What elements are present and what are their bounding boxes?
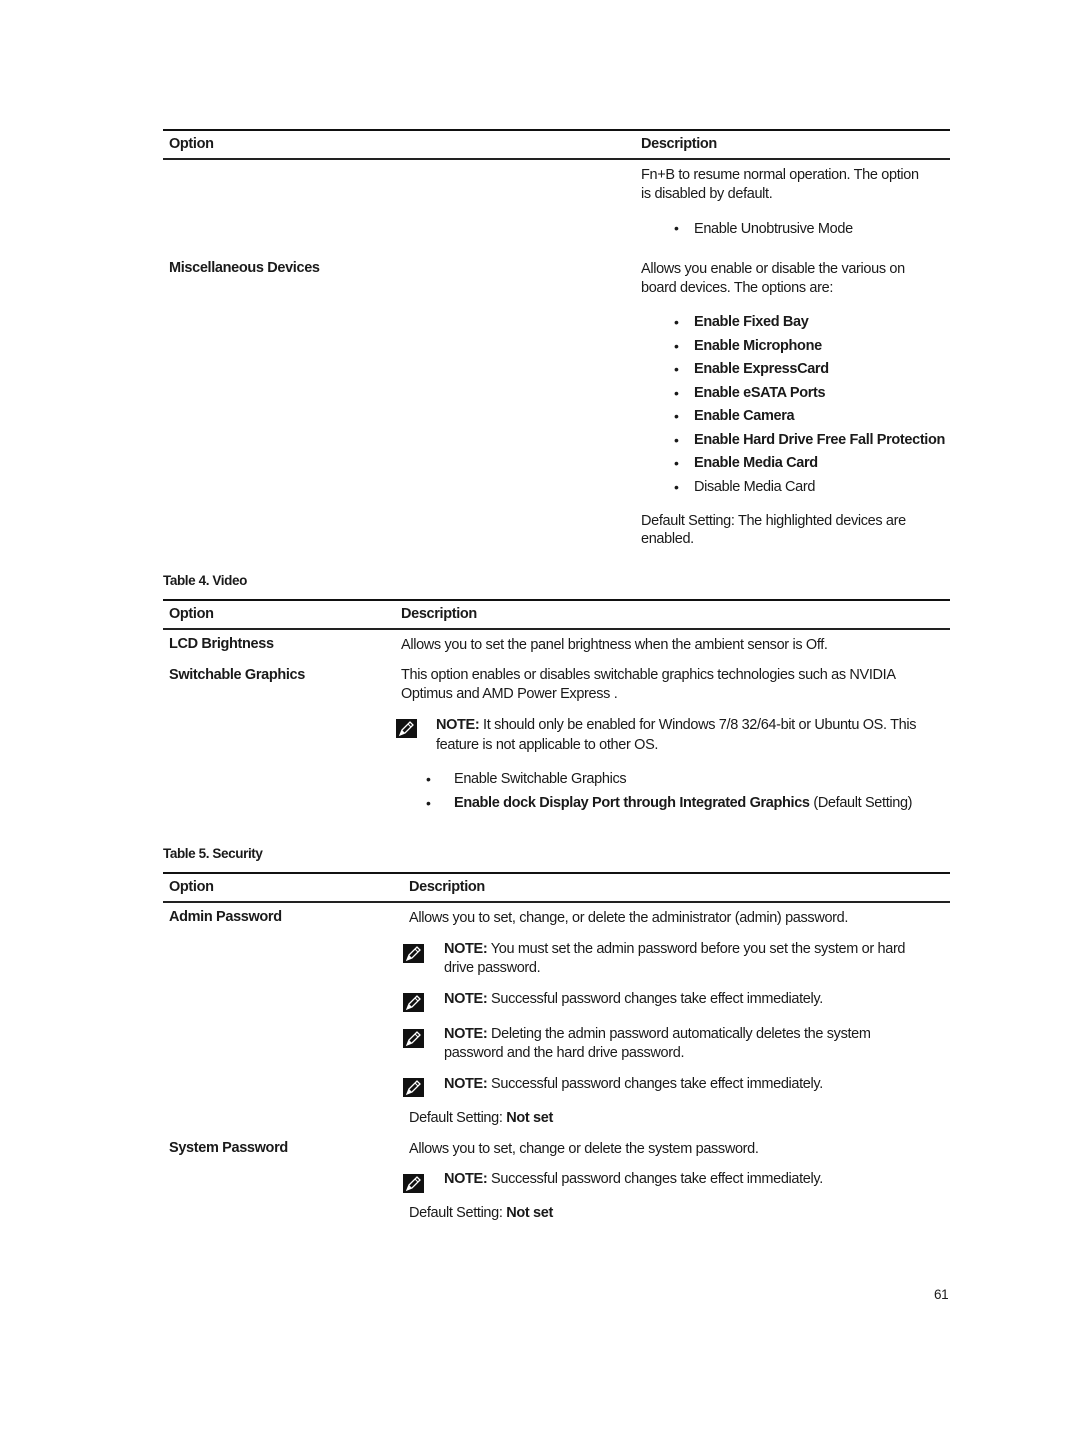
continuation-description-line1: Fn+B to resume normal operation. The opt… bbox=[641, 167, 919, 183]
option-switchable-graphics: Switchable Graphics bbox=[169, 667, 305, 683]
bullet-icon: • bbox=[674, 220, 679, 236]
note-text: Successful password changes take effect … bbox=[487, 991, 823, 1007]
option-admin-password: Admin Password bbox=[169, 909, 282, 925]
bullet-icon: • bbox=[674, 432, 679, 448]
note-text: Deleting the admin password automaticall… bbox=[487, 1026, 871, 1042]
device-list-item: Disable Media Card bbox=[694, 479, 816, 495]
note-label: NOTE: bbox=[444, 1026, 488, 1042]
admin-note-line2: password and the hard drive password. bbox=[444, 1045, 685, 1061]
device-list-item: Enable Microphone bbox=[694, 338, 822, 354]
system-password-description: Allows you to set, change or delete the … bbox=[409, 1141, 759, 1157]
table-header-rule bbox=[163, 158, 950, 160]
pencil-note-icon bbox=[396, 719, 417, 738]
admin-note: NOTE: You must set the admin password be… bbox=[444, 940, 905, 959]
device-list-item: Enable ExpressCard bbox=[694, 361, 829, 377]
admin-note-line2: drive password. bbox=[444, 960, 541, 976]
bullet-icon: • bbox=[674, 455, 679, 471]
bullet-icon: • bbox=[674, 408, 679, 424]
table5-header-option: Option bbox=[169, 879, 214, 895]
lcd-brightness-description: Allows you to set the panel brightness w… bbox=[401, 637, 828, 653]
table-top-rule bbox=[163, 129, 950, 131]
note-label: NOTE: bbox=[444, 941, 488, 957]
column-header-description: Description bbox=[641, 136, 717, 152]
page-number: 61 bbox=[934, 1287, 949, 1302]
table4-top-rule bbox=[163, 599, 950, 601]
table4-header-description: Description bbox=[401, 606, 477, 622]
note-text: Successful password changes take effect … bbox=[487, 1076, 823, 1092]
pencil-note-icon bbox=[403, 944, 424, 963]
pencil-note-icon bbox=[403, 1174, 424, 1193]
table5-caption: Table 5. Security bbox=[163, 846, 263, 861]
table4-caption: Table 4. Video bbox=[163, 573, 247, 588]
device-list-item: Enable Hard Drive Free Fall Protection bbox=[694, 432, 945, 448]
bullet-icon: • bbox=[426, 771, 431, 787]
note-label: NOTE: bbox=[444, 991, 488, 1007]
default-setting-prefix: Default Setting: bbox=[409, 1110, 507, 1126]
switchable-graphics-note-line2: feature is not applicable to other OS. bbox=[436, 737, 659, 753]
device-list-item: Enable Camera bbox=[694, 408, 795, 424]
admin-note: NOTE: Successful password changes take e… bbox=[444, 990, 823, 1009]
bullet-icon: • bbox=[674, 385, 679, 401]
continuation-bullet-item: Enable Unobtrusive Mode bbox=[694, 221, 853, 237]
system-note: NOTE: Successful password changes take e… bbox=[444, 1170, 823, 1189]
option-lcd-brightness: LCD Brightness bbox=[169, 636, 274, 652]
continuation-description-line2: is disabled by default. bbox=[641, 186, 773, 202]
table4-header-rule bbox=[163, 628, 950, 630]
bullet-icon: • bbox=[426, 795, 431, 811]
table4-header-option: Option bbox=[169, 606, 214, 622]
pencil-note-icon bbox=[403, 1029, 424, 1048]
admin-password-description: Allows you to set, change, or delete the… bbox=[409, 910, 849, 926]
default-setting-prefix: Default Setting: bbox=[409, 1205, 507, 1221]
note-label: NOTE: bbox=[436, 717, 480, 733]
graphics-option-label: Enable dock Display Port through Integra… bbox=[454, 795, 810, 811]
device-list-item: Enable Media Card bbox=[694, 455, 818, 471]
graphics-option-item: Enable dock Display Port through Integra… bbox=[454, 794, 913, 813]
default-setting-suffix: (Default Setting) bbox=[809, 795, 913, 811]
device-list-item: Enable eSATA Ports bbox=[694, 385, 826, 401]
device-list-item: Enable Fixed Bay bbox=[694, 314, 809, 330]
option-system-password: System Password bbox=[169, 1140, 288, 1156]
system-default-setting: Default Setting: Not set bbox=[409, 1204, 553, 1223]
pencil-note-icon bbox=[403, 1078, 424, 1097]
note-label: NOTE: bbox=[444, 1076, 488, 1092]
bullet-icon: • bbox=[674, 361, 679, 377]
graphics-option-item: Enable Switchable Graphics bbox=[454, 771, 627, 787]
default-setting-value: Not set bbox=[506, 1205, 553, 1221]
misc-description-line1: Allows you enable or disable the various… bbox=[641, 261, 905, 277]
option-miscellaneous-devices: Miscellaneous Devices bbox=[169, 260, 320, 276]
bullet-icon: • bbox=[674, 314, 679, 330]
admin-note: NOTE: Deleting the admin password automa… bbox=[444, 1025, 871, 1044]
note-text: Successful password changes take effect … bbox=[487, 1171, 823, 1187]
switchable-graphics-description-line1: This option enables or disables switchab… bbox=[401, 667, 896, 683]
admin-default-setting: Default Setting: Not set bbox=[409, 1109, 553, 1128]
bullet-icon: • bbox=[674, 479, 679, 495]
misc-default-line1: Default Setting: The highlighted devices… bbox=[641, 513, 906, 529]
table5-top-rule bbox=[163, 872, 950, 874]
pencil-note-icon bbox=[403, 993, 424, 1012]
misc-default-line2: enabled. bbox=[641, 531, 694, 547]
bullet-icon: • bbox=[674, 338, 679, 354]
table5-header-rule bbox=[163, 901, 950, 903]
note-label: NOTE: bbox=[444, 1171, 488, 1187]
default-setting-value: Not set bbox=[506, 1110, 553, 1126]
misc-description-line2: board devices. The options are: bbox=[641, 280, 834, 296]
column-header-option: Option bbox=[169, 136, 214, 152]
note-text: You must set the admin password before y… bbox=[487, 941, 906, 957]
table5-header-description: Description bbox=[409, 879, 485, 895]
switchable-graphics-note: NOTE: It should only be enabled for Wind… bbox=[436, 716, 916, 735]
admin-note: NOTE: Successful password changes take e… bbox=[444, 1075, 823, 1094]
switchable-graphics-description-line2: Optimus and AMD Power Express . bbox=[401, 686, 618, 702]
note-text: It should only be enabled for Windows 7/… bbox=[479, 717, 917, 733]
